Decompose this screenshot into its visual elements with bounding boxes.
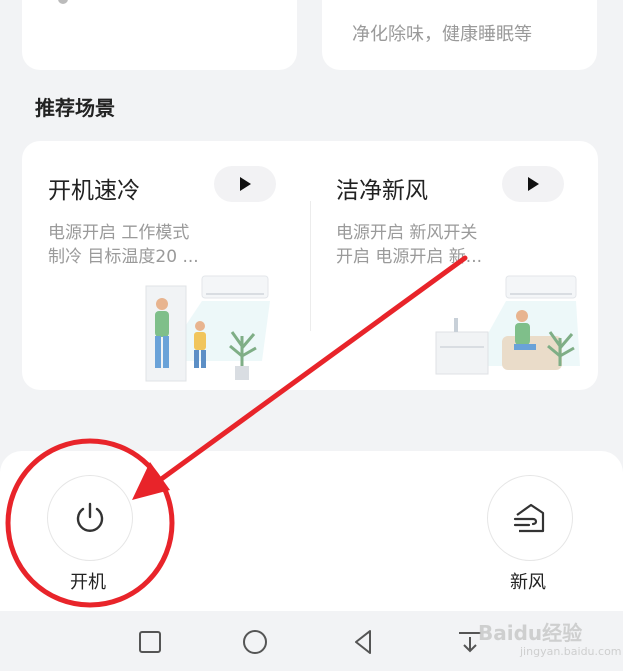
scene-illustration-fresh-air xyxy=(435,275,580,375)
scene-card-quick-cool[interactable]: 开机速冷 电源开启 工作模式 制冷 目标温度20 ... xyxy=(22,141,310,390)
top-card-subtitle: 净化除味，健康睡眠等 xyxy=(352,24,532,45)
fresh-air-icon xyxy=(513,503,545,533)
section-title: 推荐场景 xyxy=(35,96,115,120)
play-icon xyxy=(240,177,251,191)
scene-card-fresh-air[interactable]: 洁净新风 电源开启 新风开关 开启 电源开启 新... xyxy=(310,141,598,390)
play-button[interactable] xyxy=(214,166,276,202)
fresh-air-label: 新风 xyxy=(510,572,546,593)
power-button[interactable] xyxy=(47,475,133,561)
scene-desc-line: 电源开启 工作模式 xyxy=(48,223,190,243)
control-panel: 开机 新风 xyxy=(0,451,623,611)
power-icon xyxy=(76,502,104,532)
scene-title: 洁净新风 xyxy=(336,178,428,204)
scene-illustration-quick-cool xyxy=(145,275,270,382)
power-label: 开机 xyxy=(70,572,106,593)
scene-description: 电源开启 工作模式 制冷 目标温度20 ... xyxy=(48,221,248,269)
fresh-air-button[interactable] xyxy=(487,475,573,561)
watermark-url: jingyan.baidu.com xyxy=(520,645,622,658)
home-icon[interactable] xyxy=(240,627,270,657)
watermark: Baidu经验 xyxy=(478,621,583,645)
play-button[interactable] xyxy=(502,166,564,202)
back-icon[interactable] xyxy=(348,627,378,657)
play-icon xyxy=(528,177,539,191)
scene-desc-line: 电源开启 新风开关 xyxy=(336,223,478,243)
top-card-left[interactable] xyxy=(22,0,297,70)
scenes-card: 开机速冷 电源开启 工作模式 制冷 目标温度20 ... 洁净新风 电源开启 新… xyxy=(22,141,598,390)
indicator-dot xyxy=(58,0,68,4)
scene-description: 电源开启 新风开关 开启 电源开启 新... xyxy=(336,221,536,269)
scene-title: 开机速冷 xyxy=(48,178,140,204)
recent-apps-icon[interactable] xyxy=(135,627,165,657)
top-card-right[interactable]: 净化除味，健康睡眠等 xyxy=(322,0,597,70)
